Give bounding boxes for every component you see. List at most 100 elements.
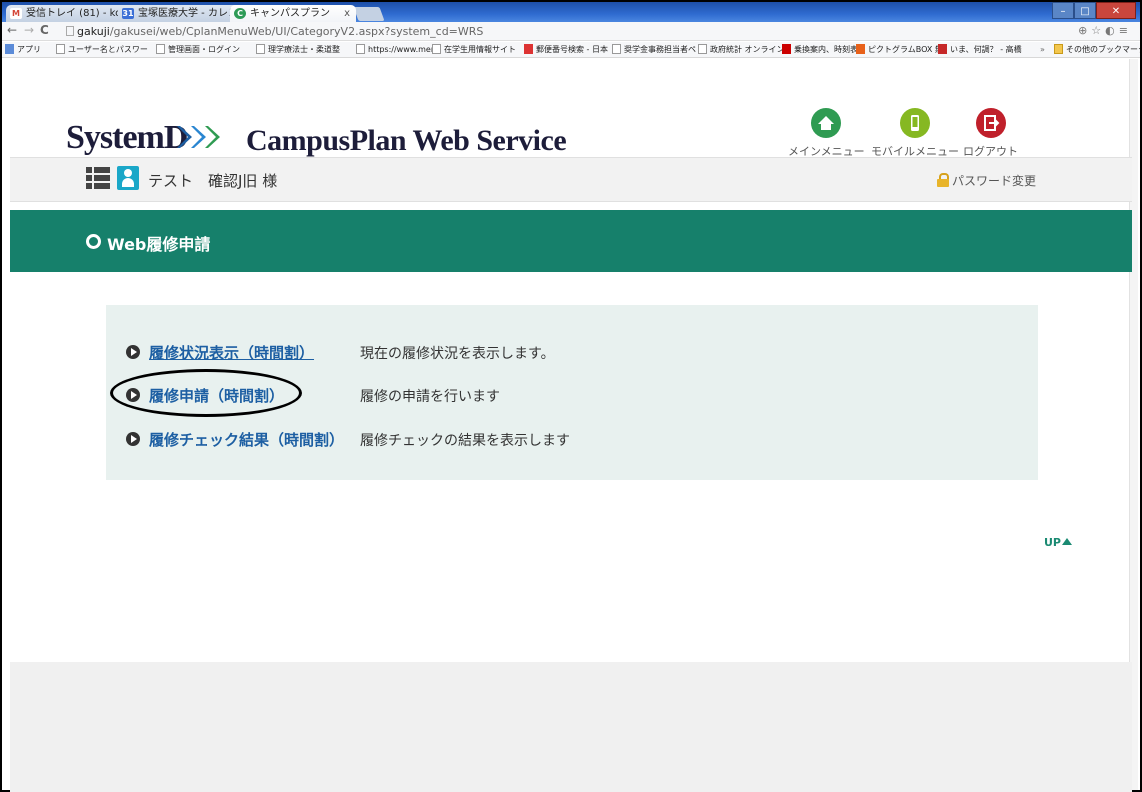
page-icon (356, 44, 365, 54)
bookmark-item[interactable]: 政府統計 オンライン (698, 42, 785, 57)
bookmark-label: ユーザー名とパスワー (68, 45, 148, 54)
mobile-icon (900, 108, 930, 138)
bookmark-apps[interactable]: アプリ (5, 42, 41, 57)
menu-item-description: 履修の申請を行います (360, 389, 500, 405)
close-window-icon[interactable]: ✕ (1096, 2, 1136, 19)
bookmark-label: いま、何調？ - 高橋 (950, 45, 1022, 54)
menu-icon[interactable]: ≡ (1119, 24, 1132, 37)
footer-band (10, 662, 1132, 792)
address-bar: ← → C gakuji/gakusei/web/CplanMenuWeb/UI… (2, 22, 1140, 41)
browser-tab-gmail[interactable]: M 受信トレイ (81) - koke x (6, 5, 132, 22)
star-icon[interactable]: ☆ (1091, 24, 1105, 37)
b-icon (856, 44, 865, 54)
bookmark-item[interactable]: いま、何調？ - 高橋 (938, 42, 1022, 57)
main-menu-button[interactable]: メインメニュー (788, 108, 865, 159)
bookmark-item[interactable]: 乗換案内、時刻表、 (782, 42, 866, 57)
page-icon (156, 44, 165, 54)
user-icon (117, 166, 139, 190)
site-title: CampusPlan Web Service (246, 124, 567, 157)
registration-status-link[interactable]: 履修状況表示（時間割） (149, 342, 314, 363)
url-path: /gakusei/web/CplanMenuWeb/UI/CategoryV2.… (109, 25, 484, 38)
menu-grid-icon[interactable] (86, 166, 110, 190)
forward-icon[interactable]: → (24, 23, 34, 37)
zoom-icon[interactable]: ⊕ (1078, 24, 1091, 37)
bookmarks-bar: アプリ ユーザー名とパスワー 管理画面・ログイン 理学療法士・柔道整 https… (2, 42, 1140, 58)
back-icon[interactable]: ← (7, 23, 17, 37)
gmail-icon: M (10, 8, 22, 19)
bookmark-label: その他のブックマーク (1066, 45, 1140, 54)
bookmark-item[interactable]: 郵便番号検索 - 日本 (524, 42, 608, 57)
tab-label: 受信トレイ (81) - koke (26, 8, 132, 19)
registration-check-link[interactable]: 履修チェック結果（時間割） (149, 429, 344, 450)
bookmark-item[interactable]: 奨学金事務担当者ペ (612, 42, 696, 57)
bookmark-item[interactable]: ピクトグラムBOX 無 (856, 42, 943, 57)
bookmark-label: 管理画面・ログイン (168, 45, 240, 54)
new-tab-button[interactable] (353, 7, 385, 21)
password-change-link[interactable]: パスワード変更 (936, 172, 1036, 189)
yahoo-icon (782, 44, 791, 54)
tab-label: 宝塚医療大学 - カレンダ (138, 8, 244, 19)
folder-icon (1054, 44, 1063, 54)
bookmark-item[interactable]: 理学療法士・柔道整 (256, 42, 340, 57)
window-controls: – □ ✕ (1052, 2, 1136, 20)
bookmark-label: アプリ (17, 45, 41, 54)
extension-icon[interactable]: ◐ (1105, 24, 1119, 37)
password-change-label: パスワード変更 (951, 174, 1036, 188)
calendar-icon: 31 (122, 8, 134, 19)
tab-label: キャンパスプラン (250, 8, 330, 19)
bookmarks-overflow[interactable]: » (1040, 42, 1045, 57)
bookmark-label: ピクトグラムBOX 無 (868, 45, 943, 54)
up-label: UP (1044, 536, 1061, 549)
tab-close-icon[interactable]: x (344, 5, 350, 22)
bookmark-label: 在学生用情報サイト (444, 45, 516, 54)
page-icon (698, 44, 707, 54)
arrow-right-icon (126, 345, 140, 359)
bookmark-item[interactable]: ユーザー名とパスワー (56, 42, 148, 57)
bookmark-label: 政府統計 オンライン (710, 45, 785, 54)
logo-text: SystemD (66, 119, 188, 156)
bookmark-label: https://www.merc (368, 45, 439, 54)
menu-item-description: 現在の履修状況を表示します。 (360, 346, 555, 362)
user-bar: テスト 確認J旧 様 パスワード変更 (10, 157, 1132, 202)
page-icon (612, 44, 621, 54)
address-bar-icons: ⊕☆◐≡ (1078, 24, 1132, 37)
section-title: Web履修申請 (107, 235, 211, 254)
apps-icon (5, 44, 14, 54)
reload-icon[interactable]: C (40, 23, 49, 37)
browser-tab-campusplan[interactable]: C キャンパスプラン x (230, 5, 356, 22)
key-icon (56, 44, 65, 54)
bookmark-item[interactable]: 管理画面・ログイン (156, 42, 240, 57)
mobile-menu-button[interactable]: モバイルメニュー (871, 108, 959, 159)
logo-chevron-icon (205, 126, 220, 148)
lock-icon (936, 173, 949, 187)
arrow-right-icon (126, 432, 140, 446)
bookmark-folder[interactable]: その他のブックマーク (1054, 42, 1140, 57)
page-icon (66, 26, 74, 36)
q-icon (938, 44, 947, 54)
page-top-link[interactable]: UP (1044, 536, 1072, 549)
bookmark-label: 理学療法士・柔道整 (268, 45, 340, 54)
logout-icon (975, 108, 1006, 138)
url-field[interactable]: gakuji/gakusei/web/CplanMenuWeb/UI/Categ… (66, 24, 1066, 39)
page-icon (256, 44, 265, 54)
maximize-icon[interactable]: □ (1074, 2, 1096, 19)
section-header: Web履修申請 (10, 210, 1132, 272)
home-icon (811, 108, 842, 138)
highlight-ellipse (110, 369, 302, 417)
browser-tab-calendar[interactable]: 31 宝塚医療大学 - カレンダ x (118, 5, 244, 22)
tab-strip: M 受信トレイ (81) - koke x 31 宝塚医療大学 - カレンダ x… (2, 2, 1140, 22)
url-host: gakuji (77, 25, 110, 38)
bookmark-label: 郵便番号検索 - 日本 (536, 45, 608, 54)
logout-button[interactable]: ログアウト (963, 108, 1018, 159)
page-icon (432, 44, 441, 54)
campusplan-icon: C (234, 8, 246, 19)
bookmark-item[interactable]: https://www.merc (356, 42, 439, 57)
up-arrow-icon (1062, 538, 1072, 545)
minimize-icon[interactable]: – (1052, 2, 1074, 19)
jp-icon (524, 44, 533, 54)
circle-icon (86, 234, 101, 249)
bookmark-item[interactable]: 在学生用情報サイト (432, 42, 516, 57)
bookmark-label: 奨学金事務担当者ペ (624, 45, 696, 54)
username: テスト 確認J旧 様 (148, 172, 278, 190)
menu-item-description: 履修チェックの結果を表示します (360, 433, 570, 449)
